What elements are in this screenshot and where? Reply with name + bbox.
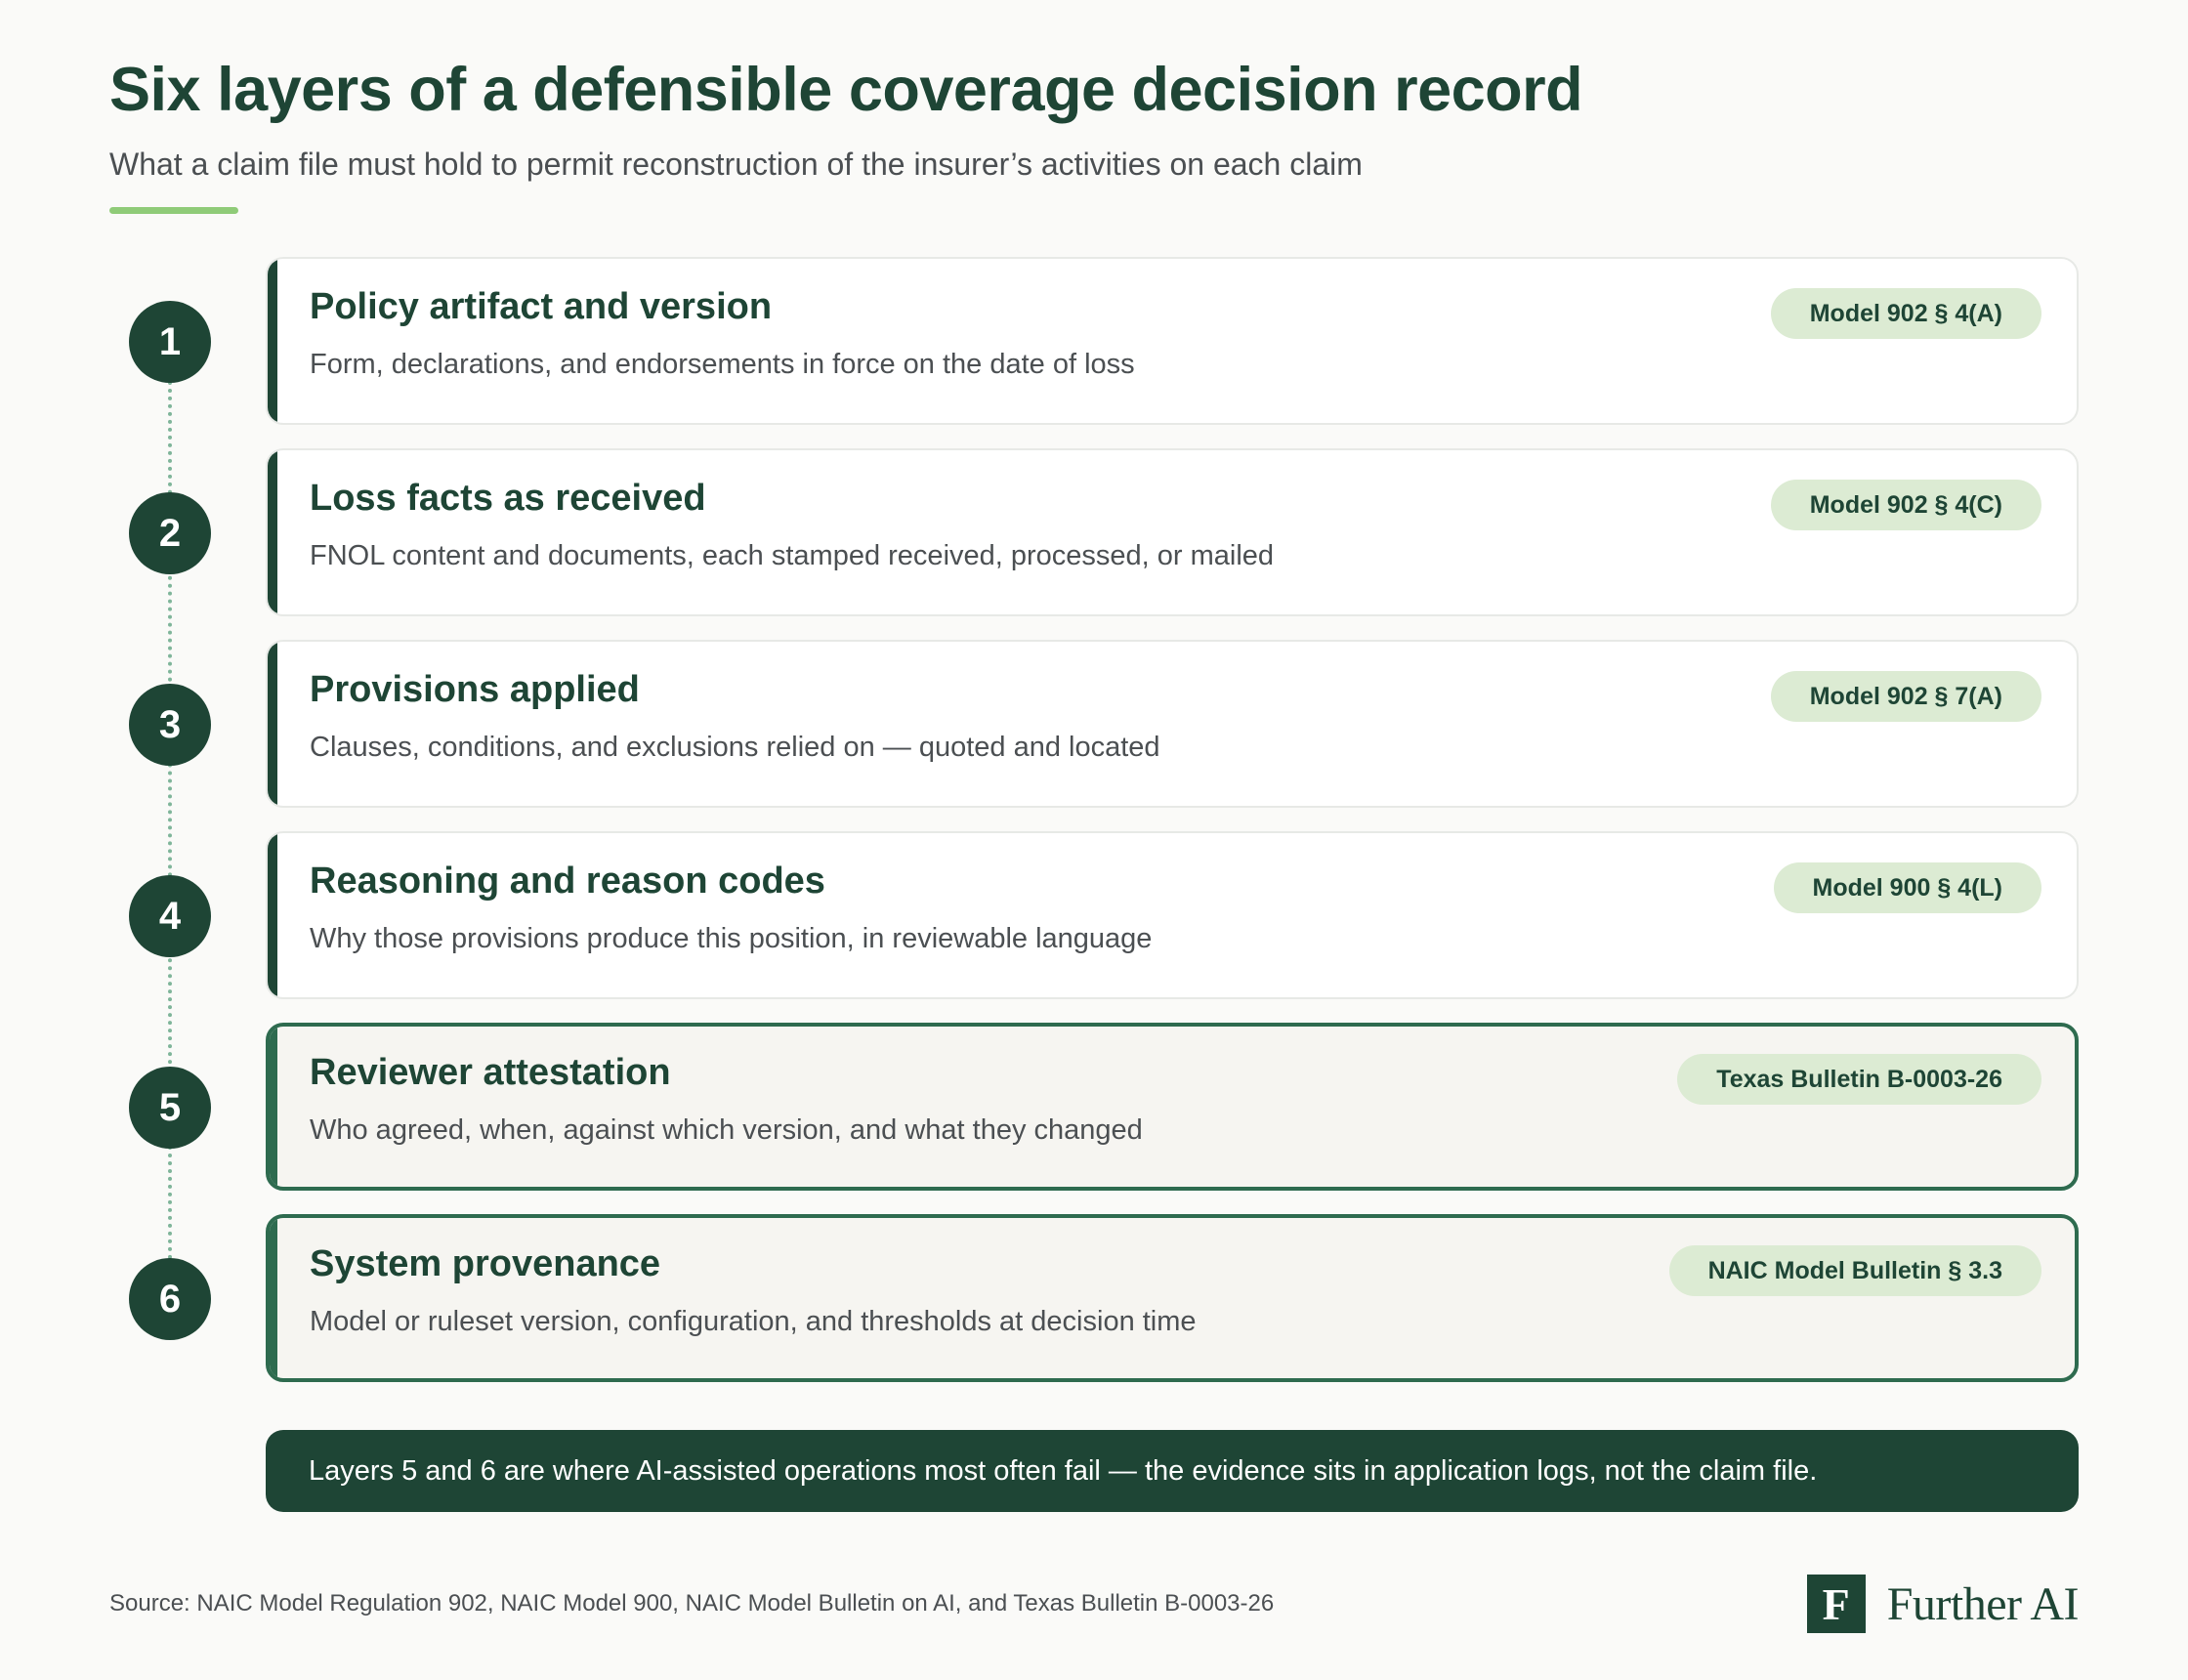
timeline-connector [168,342,172,1299]
layer-title: Policy artifact and version [310,286,773,327]
citation-badge: Model 902 § 4(A) [1770,288,2041,339]
card-accent-bar [270,1027,277,1187]
citation-badge: Model 902 § 7(A) [1770,671,2041,722]
callout-banner: Layers 5 and 6 are where AI-assisted ope… [266,1430,2079,1512]
layer-description: Who agreed, when, against which version,… [310,1114,1143,1146]
layer-number-3: 3 [129,684,211,766]
page-subtitle: What a claim file must hold to permit re… [109,147,1363,182]
layer-card-4: Reasoning and reason codes Why those pro… [266,831,2079,999]
citation-badge: Model 900 § 4(L) [1773,862,2041,913]
layer-title: Reasoning and reason codes [310,861,825,902]
page-title: Six layers of a defensible coverage deci… [109,56,1583,124]
layer-number-2: 2 [129,492,211,574]
layer-card-2: Loss facts as received FNOL content and … [266,448,2079,616]
brand-logo: F Further AI [1806,1575,2080,1633]
card-accent-bar [268,833,277,997]
card-accent-bar [268,642,277,806]
layer-title: Provisions applied [310,669,640,710]
citation-badge: Texas Bulletin B-0003-26 [1677,1054,2041,1105]
layer-number-5: 5 [129,1067,211,1149]
layer-card-1: Policy artifact and version Form, declar… [266,257,2079,425]
layer-description: Model or ruleset version, configuration,… [310,1306,1197,1337]
infographic: Six layers of a defensible coverage deci… [0,0,2188,1680]
source-note: Source: NAIC Model Regulation 902, NAIC … [109,1590,1275,1617]
layer-number-6: 6 [129,1258,211,1340]
layer-title: Reviewer attestation [310,1052,671,1093]
card-accent-bar [268,259,277,423]
layer-number-4: 4 [129,875,211,957]
brand-mark-icon: F [1806,1575,1866,1633]
layer-title: Loss facts as received [310,478,706,519]
layer-description: Form, declarations, and endorsements in … [310,349,1135,380]
layer-title: System provenance [310,1243,661,1284]
layer-card-6: System provenance Model or ruleset versi… [266,1214,2079,1382]
citation-badge: NAIC Model Bulletin § 3.3 [1668,1245,2041,1296]
layer-description: Why those provisions produce this positi… [310,923,1153,954]
layer-card-5: Reviewer attestation Who agreed, when, a… [266,1023,2079,1191]
callout-text: Layers 5 and 6 are where AI-assisted ope… [309,1454,1818,1487]
layer-number-1: 1 [129,301,211,383]
card-accent-bar [268,450,277,614]
accent-rule [109,207,238,214]
card-accent-bar [270,1218,277,1378]
layer-description: FNOL content and documents, each stamped… [310,540,1275,571]
citation-badge: Model 902 § 4(C) [1770,480,2041,530]
brand-name: Further AI [1886,1577,2080,1630]
layer-card-3: Provisions applied Clauses, conditions, … [266,640,2079,808]
layer-description: Clauses, conditions, and exclusions reli… [310,732,1160,763]
